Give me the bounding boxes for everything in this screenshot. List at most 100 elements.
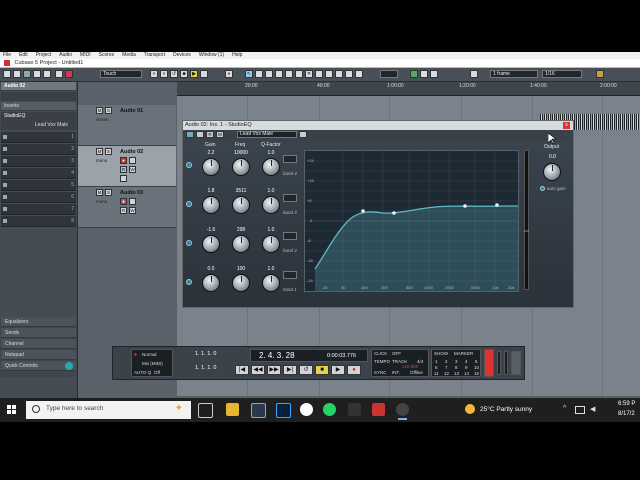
record-button[interactable]: ● <box>225 70 233 78</box>
marker-8[interactable]: 8 <box>455 365 458 370</box>
record-mode-mix[interactable]: Mix (MIDI) <box>142 361 163 366</box>
tray-chevron-icon[interactable]: ^ <box>563 405 566 412</box>
position-display[interactable]: 2. 4. 3. 28 0:00:03.776 <box>250 349 368 362</box>
snap-to-zero-button[interactable] <box>430 70 438 78</box>
split-tool-icon[interactable] <box>265 70 273 78</box>
nudge-select[interactable] <box>380 70 398 78</box>
insert-slot-8[interactable]: 8 <box>1 216 76 227</box>
track-name[interactable]: Audio 01 <box>120 108 143 114</box>
master-fader[interactable] <box>511 351 521 375</box>
go-to-start-button[interactable]: |◀ <box>235 365 249 375</box>
track-edit-button[interactable] <box>120 175 127 182</box>
play-button[interactable]: ▶ <box>331 365 345 375</box>
menu-file[interactable]: File <box>3 52 11 59</box>
line-tool-icon[interactable] <box>335 70 343 78</box>
show-inspector-button[interactable] <box>23 70 31 78</box>
monitor-button[interactable] <box>129 157 136 164</box>
band-4-power-icon[interactable] <box>186 162 192 168</box>
color-tool-icon[interactable] <box>355 70 363 78</box>
solo-button[interactable]: S <box>105 148 112 155</box>
monitor-button[interactable] <box>129 198 136 205</box>
quantize-select[interactable]: 1 frame <box>490 70 538 78</box>
show-label[interactable]: SHOW <box>434 351 448 356</box>
band-1-freq-knob[interactable] <box>232 274 250 292</box>
band-2-q-knob[interactable] <box>262 235 280 253</box>
marker-7[interactable]: 7 <box>445 365 448 370</box>
inspector-track-name[interactable]: Audio 02 <box>1 82 76 91</box>
start-button[interactable] <box>0 398 22 422</box>
insert-slot-5[interactable]: 5 <box>1 180 76 191</box>
mute-button[interactable]: M <box>96 148 103 155</box>
menu-transport[interactable]: Transport <box>144 52 165 59</box>
forward-button[interactable]: ▶▶ <box>267 365 281 375</box>
write-button[interactable]: W <box>129 166 136 173</box>
insert-power-icon[interactable] <box>3 159 7 163</box>
clock-date[interactable]: 8/17/2 <box>618 411 635 417</box>
band-4-gain-knob[interactable] <box>202 158 220 176</box>
stop-button[interactable]: ■ <box>180 70 188 78</box>
recorder-app-icon[interactable] <box>396 403 409 420</box>
marker-10[interactable]: 10 <box>474 365 479 370</box>
zoom-tool-icon[interactable] <box>295 70 303 78</box>
time-warp-tool-icon[interactable] <box>315 70 323 78</box>
activate-project-button[interactable] <box>3 70 11 78</box>
cycle-button[interactable]: ↺ <box>170 70 178 78</box>
record-enable-button[interactable]: ● <box>120 198 127 205</box>
insert-slot-3[interactable]: 3 <box>1 156 76 167</box>
menu-edit[interactable]: Edit <box>19 52 28 59</box>
autoscroll-button[interactable] <box>410 70 418 78</box>
menu-audio[interactable]: Audio <box>59 52 72 59</box>
go-to-end-button[interactable]: ▶| <box>283 365 297 375</box>
erase-tool-icon[interactable] <box>285 70 293 78</box>
marker-9[interactable]: 9 <box>465 365 468 370</box>
stop-button[interactable]: ■ <box>315 365 329 375</box>
inserts-header[interactable]: Inserts <box>1 102 76 111</box>
network-icon[interactable] <box>575 406 585 414</box>
menu-devices[interactable]: Devices <box>173 52 191 59</box>
play-button[interactable]: ▶ <box>190 70 198 78</box>
band-4-filter-shape-icon[interactable] <box>283 155 297 163</box>
record-enable-button[interactable]: ● <box>120 157 127 164</box>
forward-button[interactable]: » <box>160 70 168 78</box>
section-channel[interactable]: Channel <box>1 339 76 349</box>
track-audio-02[interactable]: M S Audio 02 ● mono R W <box>78 146 176 187</box>
band-2-gain-knob[interactable] <box>202 235 220 253</box>
volume-icon[interactable]: ◀ <box>590 405 595 413</box>
menu-help[interactable]: Help <box>232 52 242 59</box>
lightroom-icon[interactable] <box>251 403 266 418</box>
show-info-button[interactable] <box>33 70 41 78</box>
write-automation-button[interactable] <box>65 70 73 78</box>
auto-quantize-label[interactable]: AUTO Q <box>134 370 151 375</box>
mute-button[interactable]: M <box>96 189 103 196</box>
insert-power-icon[interactable] <box>3 195 7 199</box>
eq-curve-display[interactable]: +24 +16 +8 0 -8 -16 -24 20 50 100 200 50… <box>304 150 519 292</box>
range-tool-icon[interactable] <box>255 70 263 78</box>
preset-field[interactable]: Lead Vox Male <box>237 131 297 138</box>
write-automation-button[interactable]: W <box>216 131 224 138</box>
photoshop-icon[interactable] <box>276 403 291 418</box>
whatsapp-icon[interactable] <box>323 403 336 416</box>
track-audio-03[interactable]: M S Audio 03 mono ● R W <box>78 187 176 228</box>
tempo-value[interactable]: 120.000 <box>402 364 418 369</box>
clock-time[interactable]: 6:59 P <box>618 401 635 407</box>
marker-2[interactable]: 2 <box>445 359 448 364</box>
read-automation-button[interactable] <box>55 70 63 78</box>
quick-controls-link-icon[interactable] <box>65 362 73 370</box>
insert-power-icon[interactable] <box>3 183 7 187</box>
record-mode-normal[interactable]: Normal <box>142 352 157 357</box>
band-1-power-icon[interactable] <box>186 279 192 285</box>
glue-tool-icon[interactable] <box>275 70 283 78</box>
marker-12[interactable]: 12 <box>444 371 449 376</box>
insert-slot-studioeq[interactable]: StudioEQ <box>1 112 76 121</box>
band-2-power-icon[interactable] <box>186 240 192 246</box>
insert-slot-2[interactable]: 2 <box>1 144 76 155</box>
rewind-button[interactable]: « <box>150 70 158 78</box>
activate-button[interactable] <box>196 131 204 138</box>
sync-label[interactable]: SYNC <box>374 370 387 375</box>
color-palette-button[interactable] <box>596 70 604 78</box>
band-2-filter-shape-icon[interactable] <box>283 232 297 240</box>
band-3-filter-shape-icon[interactable] <box>283 194 297 202</box>
snap-value-select[interactable]: 1/16 <box>542 70 582 78</box>
auto-gain-toggle-icon[interactable] <box>540 186 545 191</box>
mute-tool-icon[interactable]: ✕ <box>305 70 313 78</box>
